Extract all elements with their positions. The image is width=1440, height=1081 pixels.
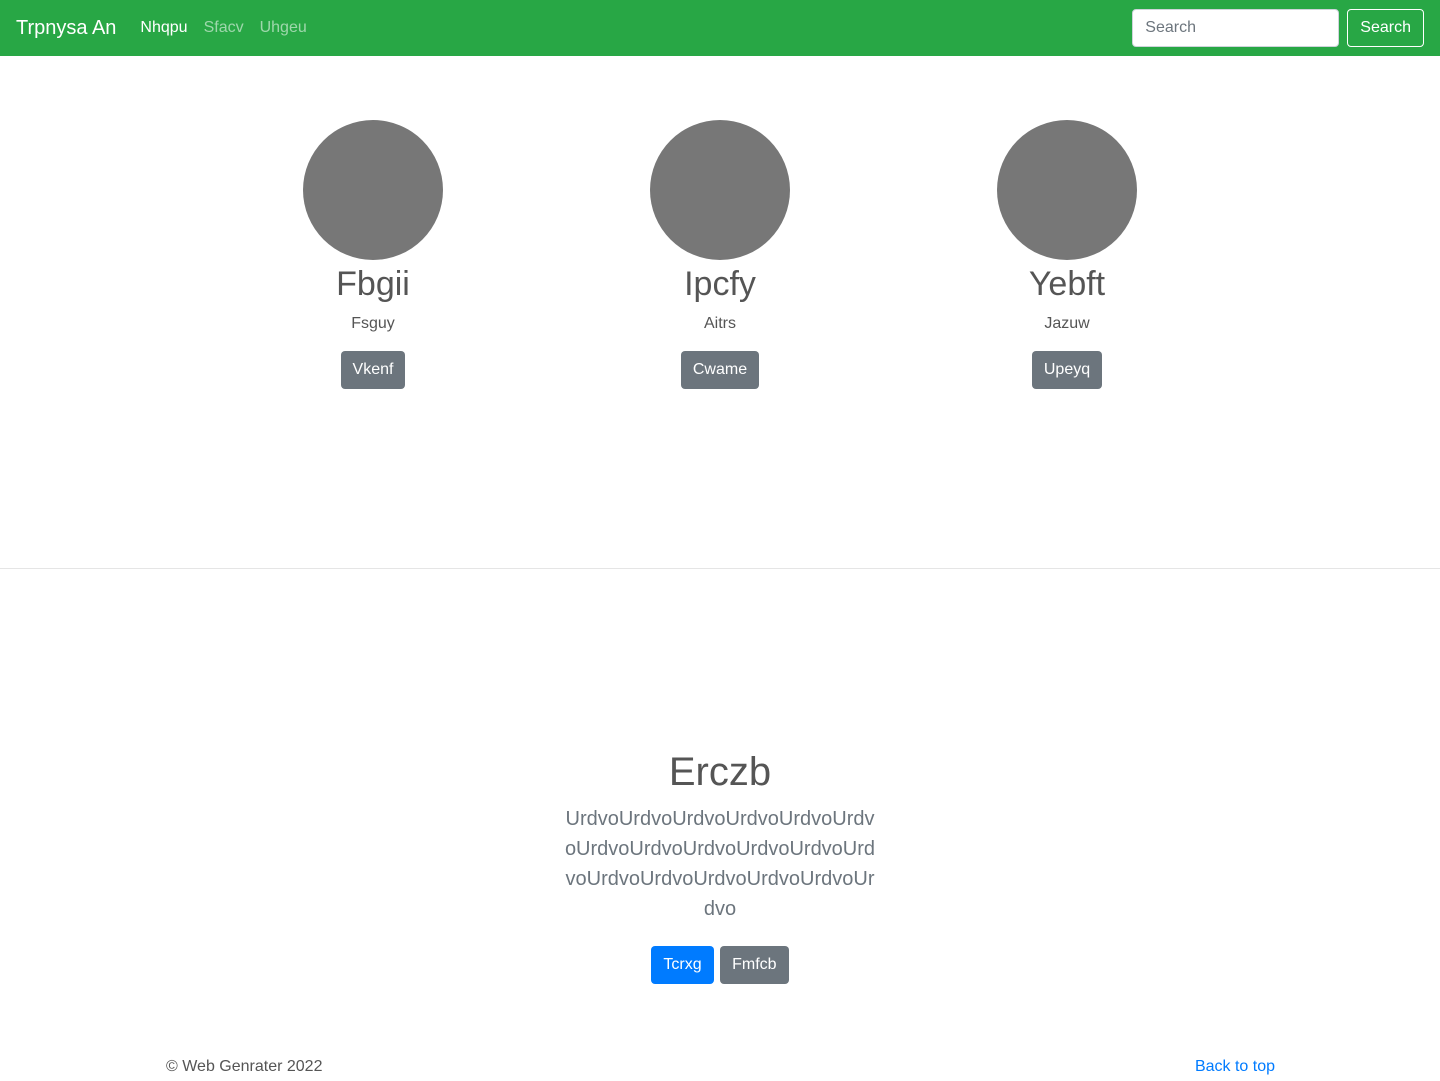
person-role: Fsguy bbox=[351, 314, 395, 332]
person-button[interactable]: Cwame bbox=[680, 350, 760, 389]
person-role: Aitrs bbox=[704, 314, 736, 332]
person-name: Ipcfy bbox=[684, 265, 756, 303]
person-name: Fbgii bbox=[336, 265, 410, 303]
nav-link-sfacv[interactable]: Sfacv bbox=[204, 19, 244, 37]
navbar-brand[interactable]: Trpnysa An bbox=[16, 17, 116, 40]
nav-link-uhgeu[interactable]: Uhgeu bbox=[260, 19, 307, 37]
person-name: Yebft bbox=[1028, 265, 1106, 303]
person-role: Jazuw bbox=[1044, 314, 1090, 332]
hero-heading: Erczb bbox=[668, 750, 772, 794]
hero-actions: Tcrxg Fmfcb bbox=[0, 946, 1440, 984]
avatar bbox=[997, 120, 1137, 260]
avatar bbox=[650, 120, 790, 260]
person-button[interactable]: Upeyq bbox=[1031, 350, 1103, 389]
nav-link-nhqpu[interactable]: Nhqpu bbox=[140, 19, 187, 37]
avatar bbox=[303, 120, 443, 260]
person-button[interactable]: Vkenf bbox=[340, 350, 406, 389]
section-divider bbox=[0, 568, 1440, 569]
back-to-top-link[interactable]: Back to top bbox=[1195, 1058, 1275, 1076]
search-input[interactable] bbox=[1132, 9, 1340, 47]
person-card: Ipcfy Aitrs Cwame bbox=[570, 120, 870, 389]
footer: © Web Genrater 2022 Back to top bbox=[166, 1058, 1275, 1076]
hero-secondary-button[interactable]: Fmfcb bbox=[720, 946, 789, 984]
search-form: Search bbox=[1132, 9, 1424, 47]
copyright-text: © Web Genrater 2022 bbox=[166, 1058, 323, 1075]
person-card: Yebft Jazuw Upeyq bbox=[917, 120, 1217, 389]
hero-lead: UrdvoUrdvoUrdvoUrdvoUrdvoUrdvoUrdvoUrdvo… bbox=[564, 808, 876, 920]
search-button[interactable]: Search bbox=[1347, 9, 1424, 47]
hero-section: Erczb UrdvoUrdvoUrdvoUrdvoUrdvoUrdvoUrdv… bbox=[0, 748, 1440, 984]
hero-primary-button[interactable]: Tcrxg bbox=[651, 946, 714, 984]
navbar: Trpnysa An Nhqpu Sfacv Uhgeu Search bbox=[0, 0, 1440, 56]
person-card: Fbgii Fsguy Vkenf bbox=[223, 120, 523, 389]
